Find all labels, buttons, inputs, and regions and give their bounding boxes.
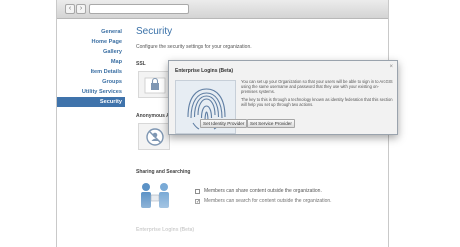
sidebar-item-home-page[interactable]: Home Page [57,37,125,47]
search-outside-option[interactable]: ✓ Members can search for content outside… [195,198,332,204]
sidebar-item-groups[interactable]: Groups [57,77,125,87]
sharing-people-icon [138,180,172,214]
no-anonymous-icon [138,123,170,150]
address-bar[interactable] [89,4,189,14]
anonymous-section-heading: Anonymous A [136,113,170,119]
sidebar-item-item-details[interactable]: Item Details [57,67,125,77]
sidebar-item-utility-services[interactable]: Utility Services [57,87,125,97]
set-identity-provider-button[interactable]: Set Identity Provider [200,119,248,128]
search-outside-checkbox[interactable]: ✓ [195,198,200,204]
set-service-provider-button[interactable]: Set Service Provider [247,119,295,128]
dialog-description: You can set up your Organization so that… [241,79,394,107]
share-outside-label: Members can share content outside the or… [204,188,322,194]
share-outside-checkbox[interactable] [195,188,200,194]
sidebar-item-gallery[interactable]: Gallery [57,47,125,57]
browser-toolbar: ‹ › [57,0,388,19]
sharing-section-heading: Sharing and Searching [136,169,191,175]
main-content: Security Configure the security settings… [136,26,386,233]
close-icon[interactable]: × [389,64,393,70]
share-outside-option[interactable]: Members can share content outside the or… [195,188,322,194]
enterprise-section-heading: Enterprise Logins (Beta) [136,227,195,233]
sidebar-item-map[interactable]: Map [57,57,125,67]
sidebar-item-general[interactable]: General [57,27,125,37]
back-icon[interactable]: ‹ [65,4,75,14]
enterprise-logins-dialog: Enterprise Logins (Beta) × You can set u… [168,60,398,135]
page-title: Security [136,26,173,37]
settings-sidebar: General Home Page Gallery Map Item Detai… [57,27,125,107]
ssl-section-heading: SSL [136,61,146,67]
sidebar-item-security[interactable]: Security [57,97,125,107]
lock-icon [138,71,170,98]
page-subtitle: Configure the security settings for your… [136,44,252,50]
dialog-paragraph-2: The key to this is through a technology … [241,97,393,107]
forward-icon[interactable]: › [76,4,86,14]
dialog-paragraph-1: You can set up your Organization so that… [241,79,393,94]
search-outside-label: Members can search for content outside t… [204,198,332,204]
dialog-title: Enterprise Logins (Beta) [175,68,234,74]
